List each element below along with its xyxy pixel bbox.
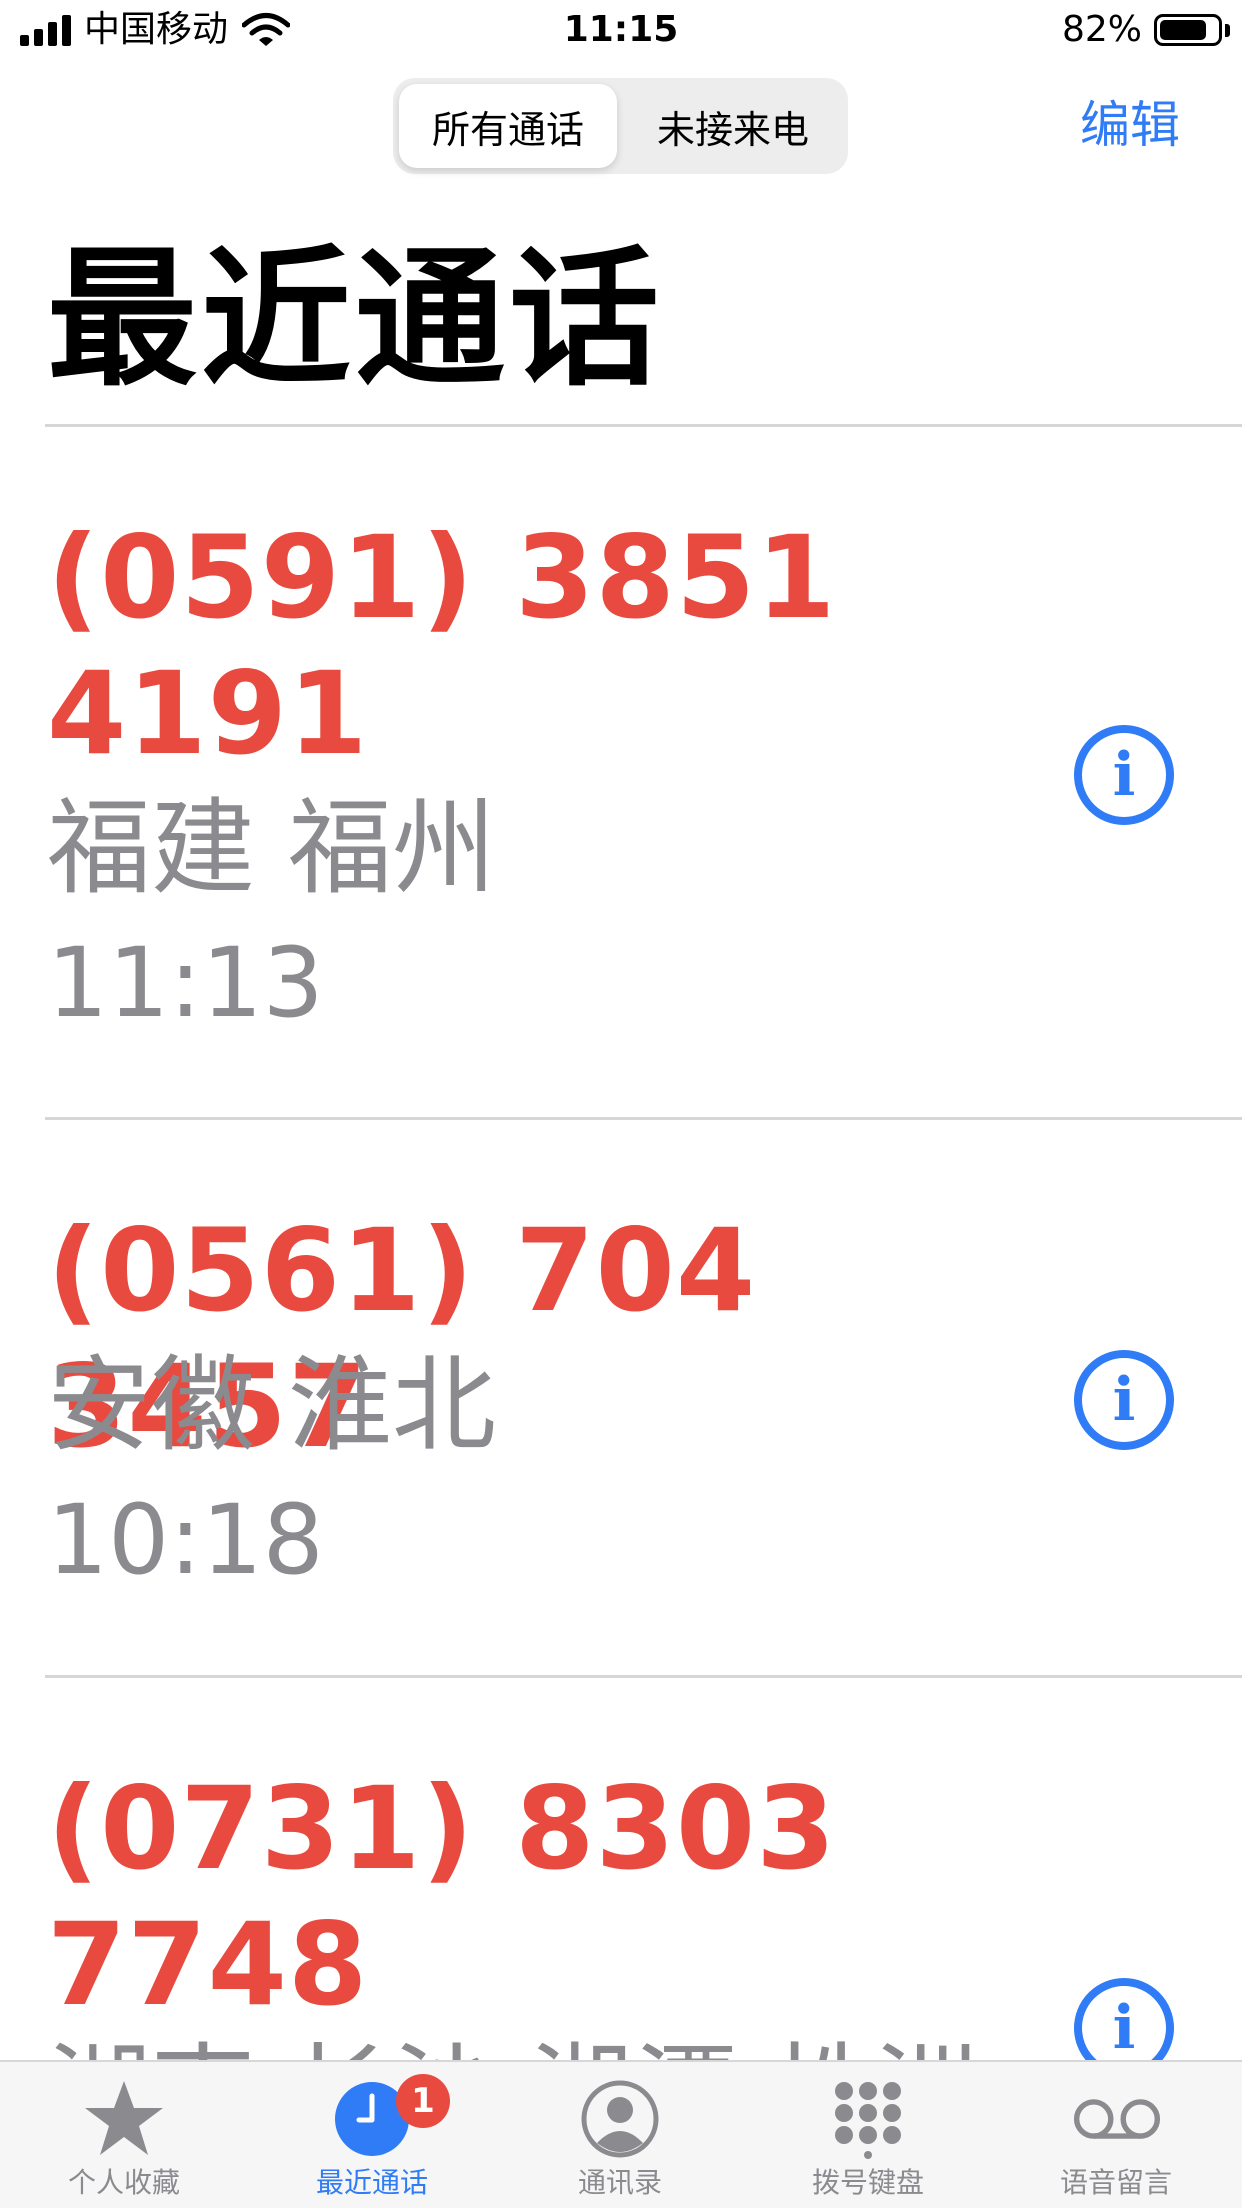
call-time: 10:18 <box>47 1484 324 1596</box>
call-row[interactable]: (0561) 704 3457 安徽 淮北 10:18 i <box>0 1120 1242 1676</box>
tab-label: 通讯录 <box>577 2166 662 2199</box>
battery-percent: 82% <box>1061 9 1142 50</box>
call-time: 11:13 <box>47 927 324 1039</box>
person-circle-icon <box>575 2078 665 2160</box>
info-icon[interactable]: i <box>1074 1350 1174 1450</box>
tab-label: 语音留言 <box>1059 2166 1172 2199</box>
missed-calls-badge: 1 <box>396 2074 450 2128</box>
segment-missed-calls[interactable]: 未接来电 <box>624 84 842 168</box>
edit-button[interactable]: 编辑 <box>1080 92 1180 158</box>
tab-contacts[interactable]: 通讯录 <box>496 2062 744 2210</box>
call-filter-segmented-control: 所有通话 未接来电 <box>393 78 848 174</box>
phone-number: (0591) 3851 4191 <box>47 511 837 780</box>
page-title: 最近通话 <box>47 233 664 407</box>
tab-favorites[interactable]: 个人收藏 <box>0 2062 248 2210</box>
info-icon[interactable]: i <box>1074 725 1174 825</box>
battery-icon <box>1154 14 1222 46</box>
status-time: 11:15 <box>563 9 679 50</box>
battery-nub <box>1225 24 1230 37</box>
segment-all-calls[interactable]: 所有通话 <box>399 84 617 168</box>
tab-voicemail[interactable]: 语音留言 <box>992 2062 1242 2210</box>
tab-label: 拨号键盘 <box>811 2166 924 2199</box>
call-location: 湖南 长沙 湘潭 株洲 <box>47 2028 978 2060</box>
call-row[interactable]: (0731) 8303 7748 湖南 长沙 湘潭 株洲 i <box>0 1678 1242 2060</box>
call-location: 福建 福州 <box>47 787 497 909</box>
tab-keypad[interactable]: 拨号键盘 <box>744 2062 992 2210</box>
tab-recents[interactable]: 1 最近通话 <box>248 2062 496 2210</box>
keypad-icon <box>823 2078 913 2160</box>
call-row[interactable]: (0591) 3851 4191 福建 福州 11:13 i <box>0 427 1242 1117</box>
phone-number: (0731) 8303 7748 <box>47 1762 837 2031</box>
call-location: 安徽 淮北 <box>47 1344 497 1466</box>
voicemail-icon <box>1072 2078 1162 2160</box>
info-icon[interactable]: i <box>1074 1978 1174 2060</box>
star-icon <box>79 2078 169 2160</box>
status-bar: 中国移动 11:15 82% <box>0 0 1242 62</box>
tab-label: 个人收藏 <box>67 2166 180 2199</box>
tab-bar: 个人收藏 1 最近通话 通讯录 拨号键盘 语音留言 <box>0 2060 1242 2208</box>
tab-label: 最近通话 <box>315 2166 428 2199</box>
